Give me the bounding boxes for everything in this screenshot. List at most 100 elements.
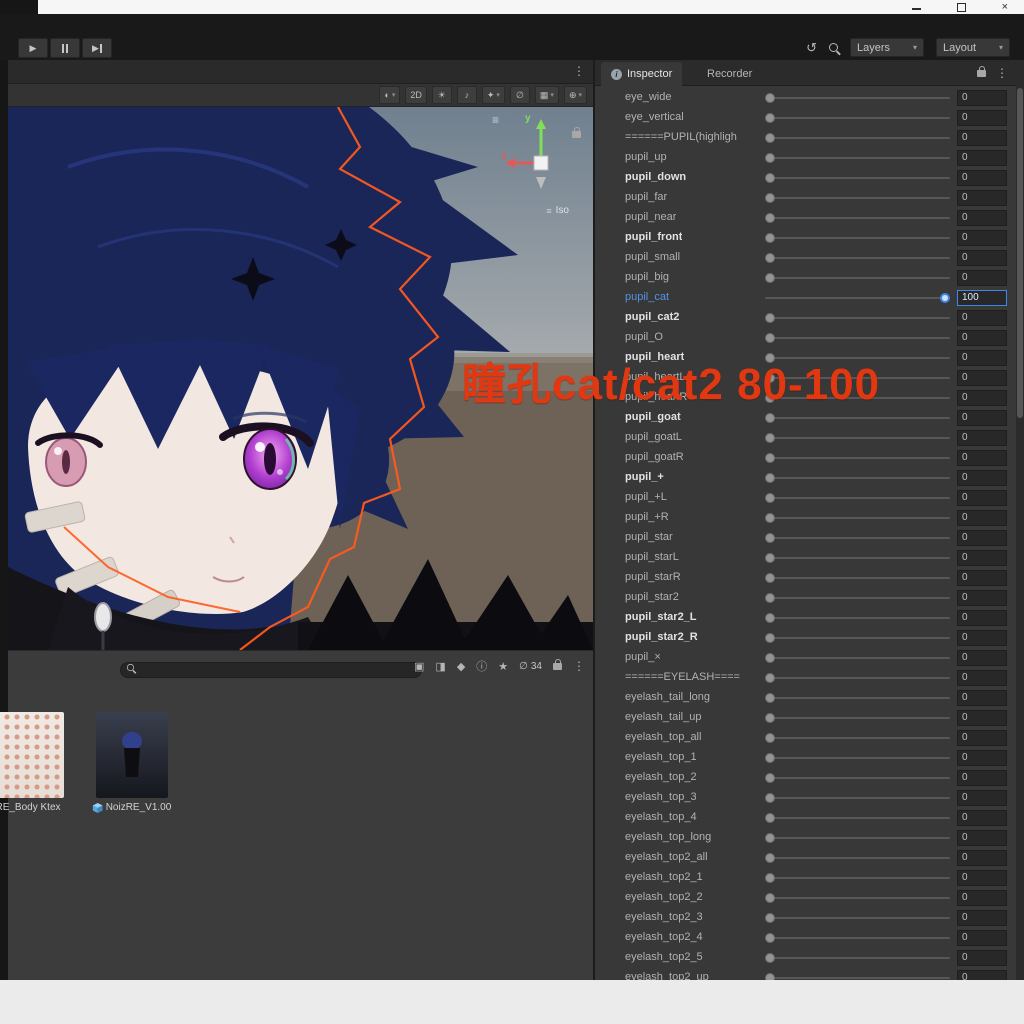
blendshape-value-field[interactable]: 0 [957,370,1007,386]
minimize-icon[interactable] [912,8,921,10]
slider-knob[interactable] [765,593,775,603]
favorites-icon[interactable]: ★ [498,660,508,673]
slider-knob[interactable] [765,613,775,623]
blendshape-value-field[interactable]: 0 [957,270,1007,286]
blendshape-value-field[interactable]: 0 [957,790,1007,806]
search-by-type-icon[interactable]: ▣ [414,660,424,673]
blendshape-slider[interactable] [765,208,950,228]
blendshape-value-field[interactable]: 0 [957,710,1007,726]
blendshape-value-field[interactable]: 0 [957,110,1007,126]
slider-knob[interactable] [765,673,775,683]
slider-knob[interactable] [765,833,775,843]
slider-knob[interactable] [765,573,775,583]
blendshape-slider[interactable] [765,228,950,248]
blendshape-slider[interactable] [765,108,950,128]
blendshape-slider[interactable] [765,908,950,928]
slider-knob[interactable] [765,953,775,963]
scrollbar-thumb[interactable] [1017,88,1023,418]
layers-dropdown[interactable]: Layers ▾ [850,38,924,57]
slider-knob[interactable] [765,793,775,803]
view-2d-toggle[interactable]: 2D [405,86,427,104]
undo-history-icon[interactable]: ↺ [806,39,817,57]
slider-knob[interactable] [765,173,775,183]
blendshape-value-field[interactable]: 0 [957,590,1007,606]
restore-icon[interactable] [957,3,966,12]
blendshape-slider[interactable] [765,948,950,968]
play-button[interactable]: ▶ [18,38,48,58]
blendshape-slider[interactable] [765,808,950,828]
slider-knob[interactable] [765,113,775,123]
slider-knob[interactable] [765,413,775,423]
blendshape-slider[interactable] [765,848,950,868]
blendshape-slider[interactable] [765,608,950,628]
step-button[interactable]: ▶ [82,38,112,58]
search-icon[interactable] [829,43,838,52]
blendshape-slider[interactable] [765,248,950,268]
blendshape-value-field[interactable]: 0 [957,750,1007,766]
blendshape-slider[interactable] [765,648,950,668]
slider-knob[interactable] [765,693,775,703]
blendshape-slider[interactable] [765,168,950,188]
blendshape-value-field[interactable]: 0 [957,470,1007,486]
blendshape-value-field[interactable]: 0 [957,970,1007,980]
blendshape-value-field[interactable]: 0 [957,130,1007,146]
tab-inspector[interactable]: i Inspector [601,62,682,86]
blendshape-slider[interactable] [765,448,950,468]
inspector-menu-kebab-icon[interactable]: ⋮ [996,67,1008,79]
blendshape-value-field[interactable]: 0 [957,850,1007,866]
blendshape-value-field[interactable]: 0 [957,90,1007,106]
slider-knob[interactable] [765,853,775,863]
blendshape-value-field[interactable]: 0 [957,210,1007,226]
slider-knob[interactable] [765,753,775,763]
project-menu-kebab-icon[interactable]: ⋮ [573,660,585,672]
blendshape-value-field[interactable]: 0 [957,390,1007,406]
blendshape-value-field[interactable]: 0 [957,890,1007,906]
visibility-count[interactable]: ∅34 [519,661,542,672]
blendshape-value-field[interactable]: 0 [957,490,1007,506]
slider-knob[interactable] [765,233,775,243]
blendshape-value-field[interactable]: 0 [957,810,1007,826]
slider-knob[interactable] [765,93,775,103]
orientation-gizmo[interactable]: y x [501,111,581,203]
slider-knob[interactable] [765,713,775,723]
slider-knob[interactable] [765,893,775,903]
pause-button[interactable] [50,38,80,58]
blendshape-value-field[interactable]: 0 [957,450,1007,466]
blendshape-slider[interactable] [765,308,950,328]
slider-knob[interactable] [765,553,775,563]
slider-knob[interactable] [765,453,775,463]
blendshape-slider[interactable] [765,548,950,568]
slider-knob[interactable] [765,973,775,980]
blendshape-value-field[interactable]: 0 [957,690,1007,706]
blendshape-value-field[interactable]: 0 [957,410,1007,426]
blendshape-value-field[interactable]: 0 [957,310,1007,326]
blendshape-slider[interactable] [765,788,950,808]
scene-visibility-toggle[interactable]: ∅ [510,86,530,104]
blendshape-slider[interactable] [765,288,950,308]
project-search-input[interactable] [120,662,422,678]
slider-knob[interactable] [765,773,775,783]
blendshape-value-field[interactable]: 0 [957,950,1007,966]
blendshape-value-field[interactable]: 0 [957,650,1007,666]
blendshape-value-field[interactable]: 0 [957,230,1007,246]
blendshape-slider[interactable] [765,728,950,748]
blendshape-value-field[interactable]: 0 [957,870,1007,886]
inspector-scrollbar[interactable] [1016,60,1024,980]
asset-grid[interactable]: RE_Body KtexNoizRE_V1.00 [8,682,593,980]
tag-icon[interactable]: ◆ [457,660,465,673]
blendshape-value-field[interactable]: 0 [957,910,1007,926]
project-lock-icon[interactable] [553,663,562,670]
asset-item[interactable]: RE_Body Ktex [0,712,64,798]
slider-knob[interactable] [765,153,775,163]
scene-audio-toggle[interactable]: ♪ [457,86,477,104]
search-by-label-icon[interactable]: ◨ [435,660,445,673]
blendshape-value-field[interactable]: 0 [957,610,1007,626]
blendshape-slider[interactable] [765,468,950,488]
slider-knob[interactable] [940,293,950,303]
blendshape-value-field[interactable]: 0 [957,350,1007,366]
blendshape-slider[interactable] [765,488,950,508]
asset-thumbnail[interactable] [96,712,168,798]
shading-mode-dropdown[interactable]: ◐▾ [379,86,400,104]
slider-knob[interactable] [765,193,775,203]
slider-knob[interactable] [765,273,775,283]
